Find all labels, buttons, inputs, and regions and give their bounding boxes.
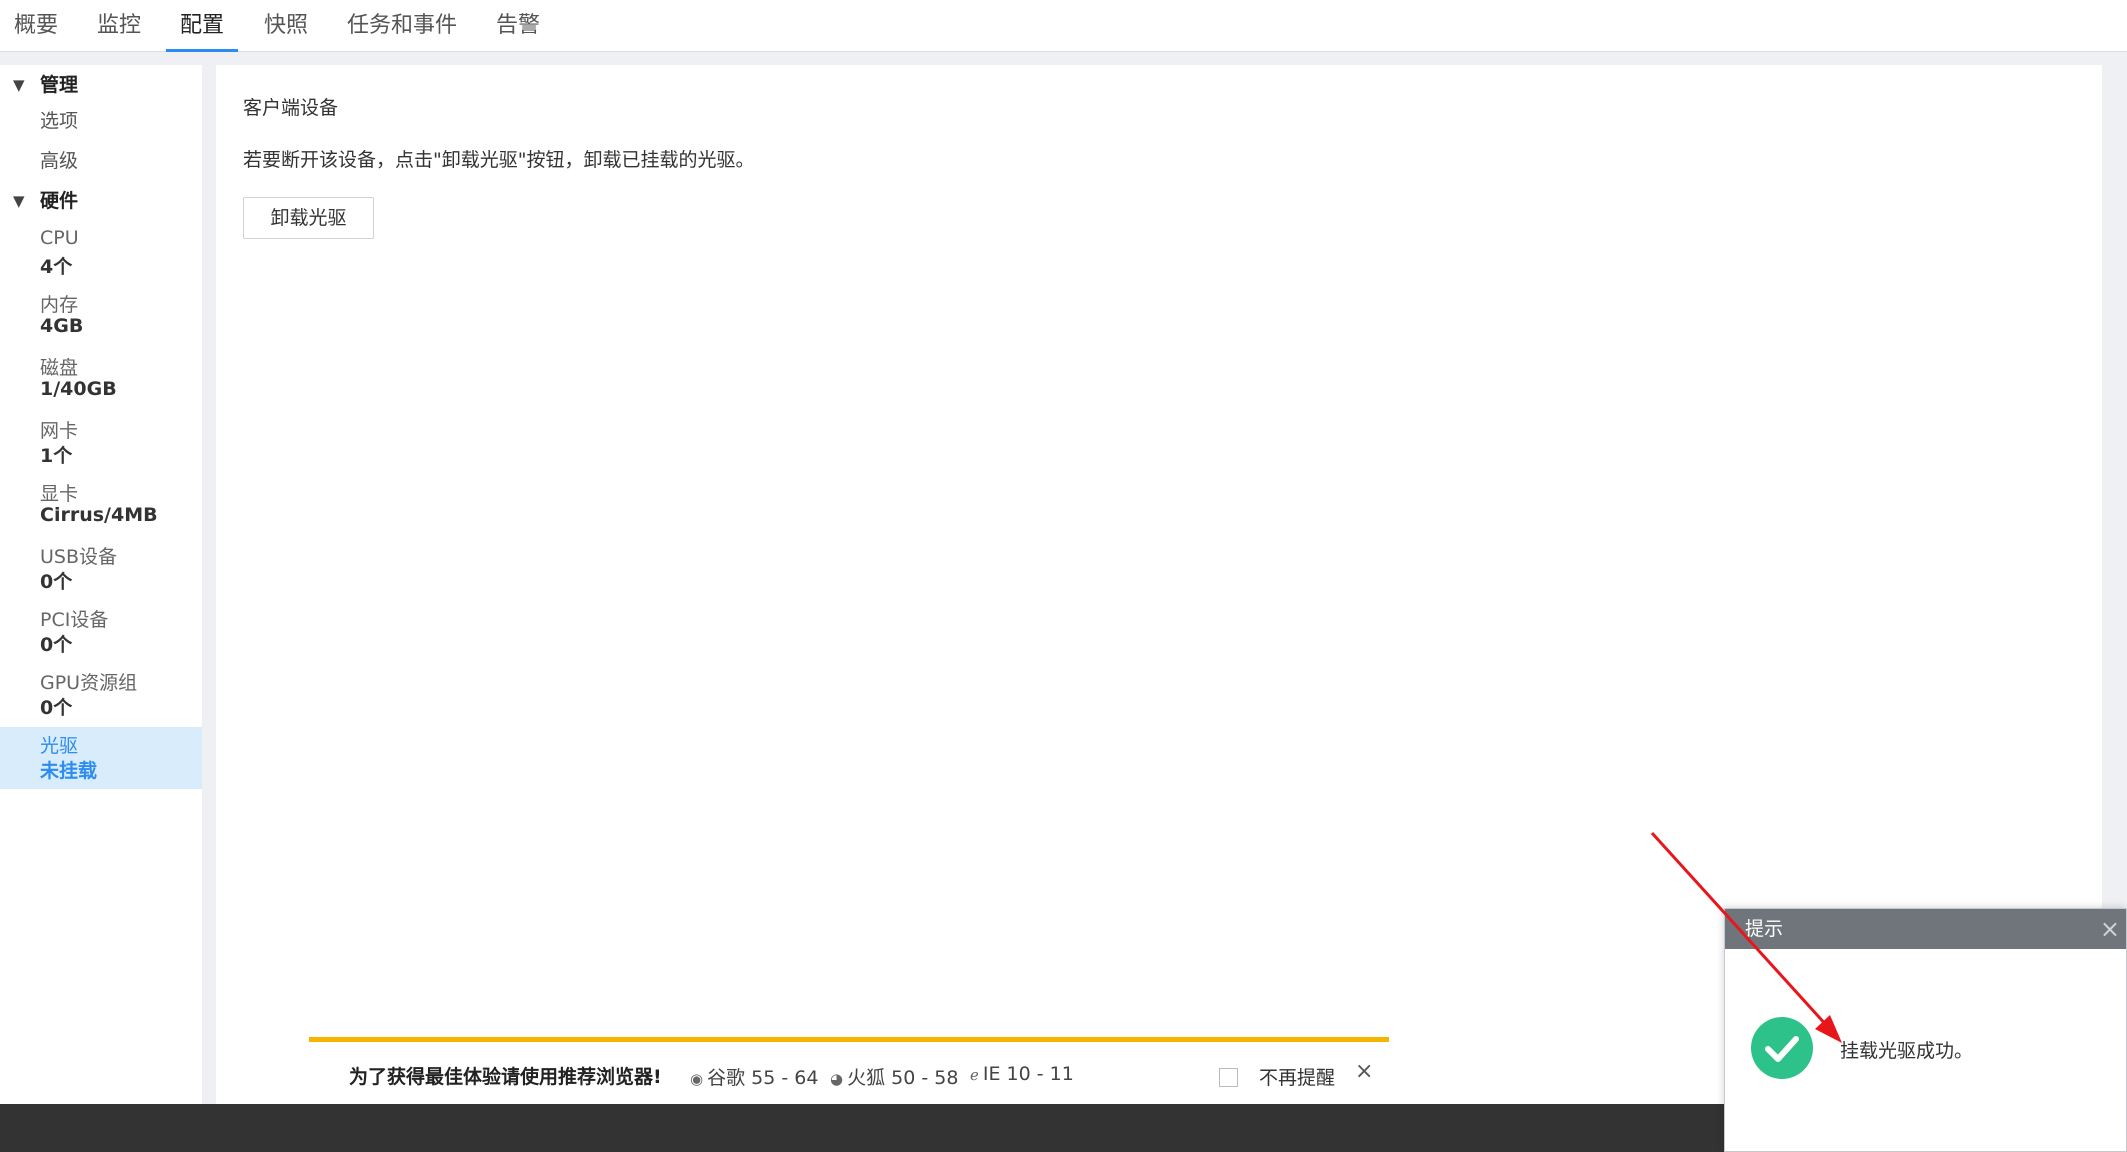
item-value: 0个 [40, 571, 73, 593]
group-hardware[interactable]: ▼ 硬件 [0, 184, 202, 218]
success-check-icon [1751, 1017, 1813, 1079]
browser-label: 谷歌 55 - 64 [707, 1067, 819, 1089]
sidebar-item-nic[interactable]: 网卡 1个 [0, 412, 202, 474]
sidebar-item-memory[interactable]: 内存 4GB [0, 286, 202, 348]
item-value: 4GB [40, 315, 84, 337]
close-icon[interactable]: × [2100, 909, 2120, 949]
collapse-triangle-icon: ▼ [13, 192, 25, 210]
sidebar-item-options[interactable]: 选项 [40, 104, 78, 138]
item-value: 1个 [40, 445, 73, 467]
sidebar-item-display[interactable]: 显卡 Cirrus/4MB [0, 475, 202, 537]
sidebar-item-advanced[interactable]: 高级 [40, 144, 78, 178]
item-value: 0个 [40, 634, 73, 656]
browser-recommend-banner: 为了获得最佳体验请使用推荐浏览器! ◉ 谷歌 55 - 64 ◕ 火狐 50 - 5… [309, 1037, 1389, 1105]
item-label: PCI设备 [40, 609, 109, 631]
item-label: USB设备 [40, 546, 118, 568]
item-label: CPU [40, 227, 79, 249]
sidebar-item-gpu-group[interactable]: GPU资源组 0个 [0, 664, 202, 726]
browser-chrome: ◉ 谷歌 55 - 64 [690, 1063, 818, 1090]
browser-firefox: ◕ 火狐 50 - 58 [830, 1063, 958, 1090]
item-label: GPU资源组 [40, 672, 138, 694]
item-label: 光驱 [40, 735, 79, 757]
top-tab-bar: 概要 监控 配置 快照 任务和事件 告警 [0, 0, 2127, 52]
item-label: 磁盘 [40, 357, 79, 379]
banner-message: 为了获得最佳体验请使用推荐浏览器! [349, 1066, 662, 1088]
notification-dialog: 提示 × 挂载光驱成功。 [1724, 908, 2127, 1152]
tab-config[interactable]: 配置 [166, 0, 239, 52]
sidebar-item-pci[interactable]: PCI设备 0个 [0, 601, 202, 663]
tab-tasks-events[interactable]: 任务和事件 [333, 0, 471, 52]
tab-snapshot[interactable]: 快照 [250, 0, 322, 52]
item-value: 1/40GB [40, 378, 117, 400]
item-label: 内存 [40, 294, 79, 316]
browser-label: 火狐 50 - 58 [847, 1067, 959, 1089]
sidebar-item-cpu[interactable]: CPU 4个 [0, 223, 202, 285]
sidebar-item-usb[interactable]: USB设备 0个 [0, 538, 202, 600]
description-text: 若要断开该设备，点击"卸载光驱"按钮，卸载已挂载的光驱。 [243, 149, 755, 171]
item-label: 网卡 [40, 420, 79, 442]
group-label: 硬件 [40, 190, 79, 212]
group-label: 管理 [40, 74, 79, 96]
dialog-title: 提示 [1745, 918, 1784, 940]
item-label: 显卡 [40, 483, 79, 505]
ie-icon: ℯ [970, 1066, 979, 1084]
item-value: 4个 [40, 256, 73, 278]
item-value: Cirrus/4MB [40, 504, 158, 526]
config-sidebar: ▼ 管理 选项 高级 ▼ 硬件 CPU 4个 内存 4GB 磁盘 1/40GB … [0, 65, 202, 1105]
item-value: 未挂载 [40, 760, 98, 782]
chrome-icon: ◉ [690, 1070, 704, 1088]
no-remind-label[interactable]: 不再提醒 [1259, 1063, 1335, 1090]
sidebar-item-cdrom[interactable]: 光驱 未挂载 [0, 727, 202, 789]
browser-label: IE 10 - 11 [982, 1063, 1074, 1085]
collapse-triangle-icon: ▼ [13, 76, 25, 94]
sidebar-item-disk[interactable]: 磁盘 1/40GB [0, 349, 202, 411]
browser-ie: ℯ IE 10 - 11 [970, 1063, 1074, 1085]
unmount-cdrom-button[interactable]: 卸载光驱 [243, 197, 374, 239]
no-remind-checkbox[interactable] [1219, 1068, 1238, 1087]
item-value: 0个 [40, 697, 73, 719]
firefox-icon: ◕ [830, 1070, 844, 1088]
dialog-message: 挂载光驱成功。 [1840, 1040, 1974, 1062]
tab-overview[interactable]: 概要 [0, 0, 72, 52]
close-icon[interactable]: × [1355, 1059, 1373, 1084]
dialog-header: 提示 × [1725, 909, 2126, 949]
tab-monitor[interactable]: 监控 [83, 0, 155, 52]
tab-alerts[interactable]: 告警 [482, 0, 554, 52]
section-title: 客户端设备 [243, 97, 339, 119]
group-management[interactable]: ▼ 管理 [0, 68, 202, 102]
